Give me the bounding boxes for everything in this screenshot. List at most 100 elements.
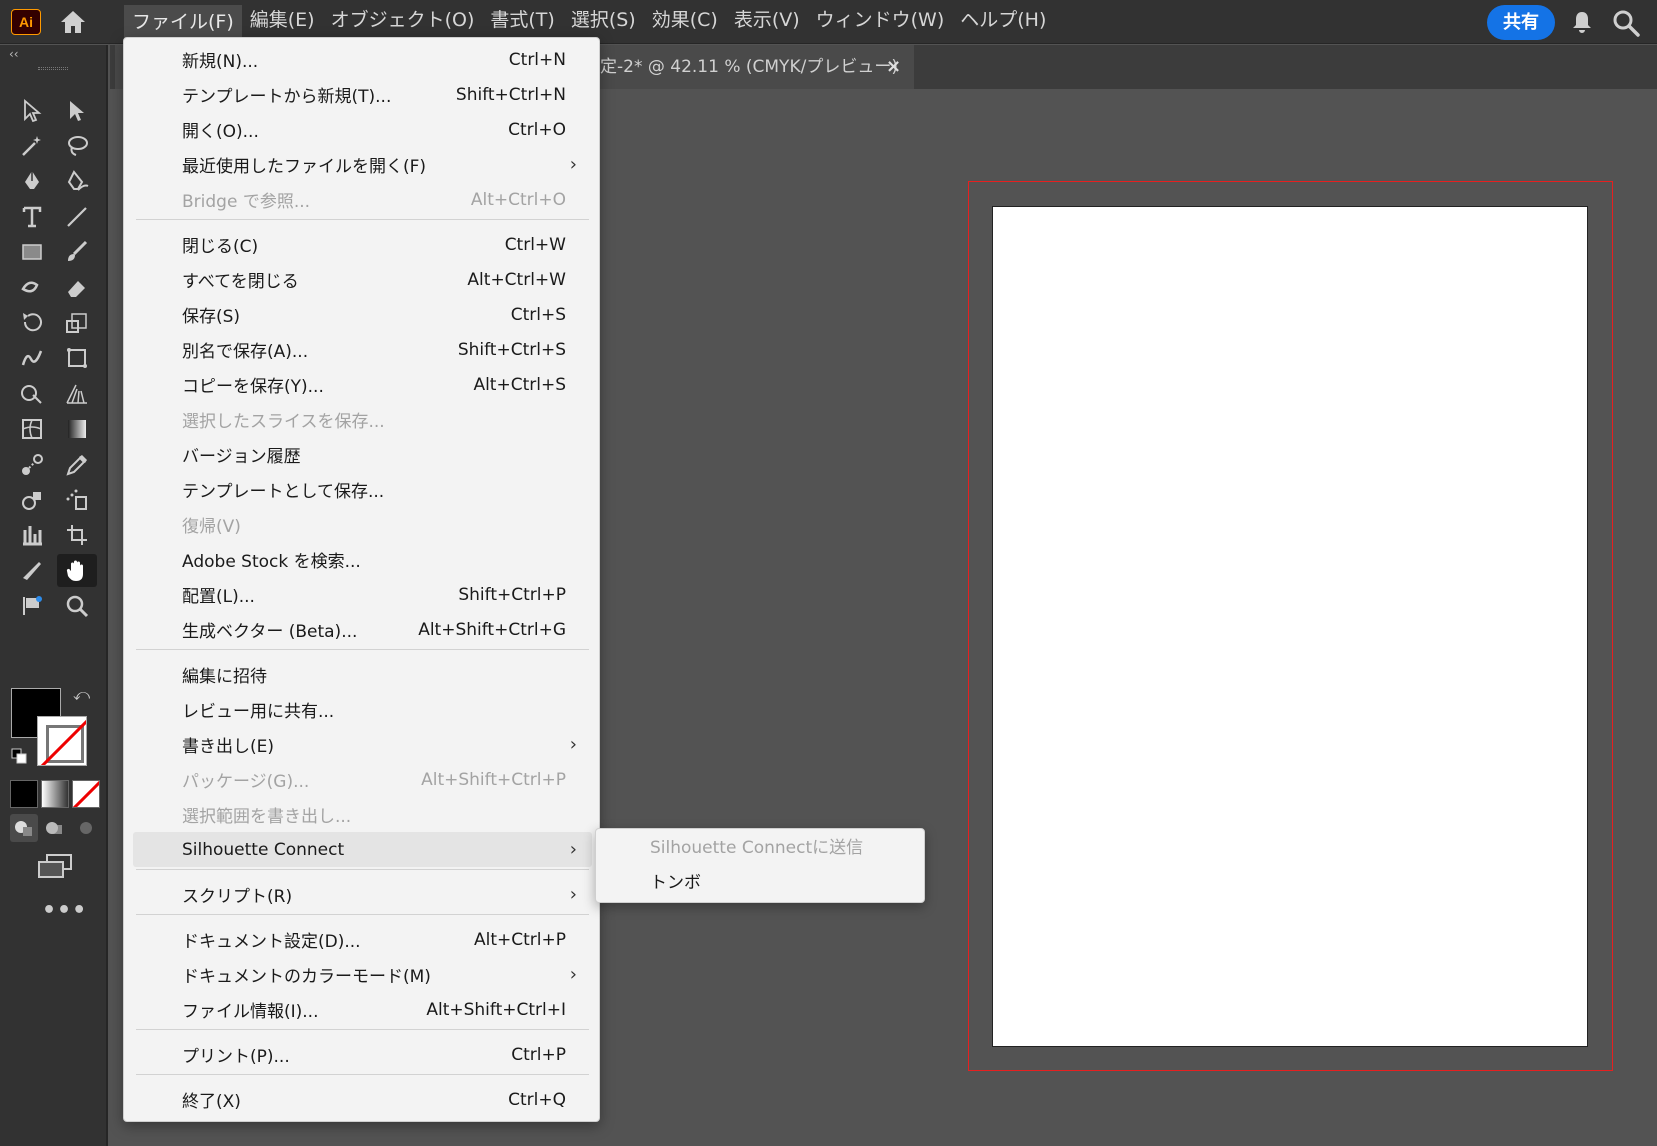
draw-inside-icon[interactable] — [72, 814, 100, 842]
lasso-tool-icon[interactable] — [57, 129, 97, 162]
line-segment-tool-icon[interactable] — [57, 200, 97, 233]
live-paint-tool-icon[interactable] — [57, 483, 97, 516]
registration-marks-menu-item[interactable]: トンボ — [650, 866, 701, 901]
free-transform-tool-icon[interactable] — [57, 342, 97, 375]
menu-item-shortcut: Shift+Ctrl+S — [457, 339, 566, 360]
direct-selection-tool-icon[interactable] — [57, 94, 97, 127]
screen-mode-icon[interactable] — [37, 853, 73, 879]
file-menu-item[interactable]: プリント(P)... Ctrl+P — [133, 1037, 592, 1072]
none-mode-icon[interactable] — [72, 780, 100, 808]
menu-effect[interactable]: 効果(C) — [644, 0, 726, 44]
mesh-tool-icon[interactable] — [12, 413, 52, 446]
draw-behind-icon[interactable] — [41, 814, 69, 842]
eyedropper-tool-icon[interactable] — [57, 448, 97, 481]
menu-item-label: テンプレートから新規(T)... — [182, 87, 392, 107]
perspective-grid-tool-icon[interactable] — [57, 377, 97, 410]
artboard[interactable] — [992, 206, 1588, 1047]
menu-item-shortcut: Alt+Shift+Ctrl+P — [421, 769, 566, 790]
color-mode-icon[interactable] — [10, 780, 38, 808]
menu-item-label: ファイル情報(I)... — [182, 1002, 319, 1022]
menu-item-label: ドキュメント設定(D)... — [182, 932, 361, 952]
file-menu-item[interactable]: 閉じる(C) Ctrl+W — [133, 227, 592, 262]
blend-tool-icon[interactable] — [12, 448, 52, 481]
file-menu-item[interactable]: ファイル情報(I)... Alt+Shift+Ctrl+I — [133, 992, 592, 1027]
chevron-right-icon: › — [569, 964, 577, 985]
selection-tool-icon[interactable] — [12, 94, 52, 127]
paintbrush-tool-icon[interactable] — [57, 236, 97, 269]
default-colors-icon[interactable] — [11, 748, 27, 764]
file-menu-item[interactable]: 生成ベクター (Beta)... Alt+Shift+Ctrl+G — [133, 612, 592, 647]
menu-item-label: 終了(X) — [182, 1092, 241, 1112]
file-menu-item[interactable]: Adobe Stock を検索... — [133, 542, 592, 577]
file-menu-item[interactable]: 書き出し(E) › — [133, 727, 592, 762]
artboard-tool-icon[interactable] — [57, 519, 97, 552]
draw-normal-icon[interactable] — [10, 814, 38, 842]
menu-item-shortcut: Alt+Ctrl+W — [467, 269, 566, 290]
magic-wand-tool-icon[interactable] — [12, 129, 52, 162]
gradient-tool-icon[interactable] — [57, 413, 97, 446]
file-menu-item[interactable]: 新規(N)... Ctrl+N — [133, 42, 592, 77]
share-button[interactable]: 共有 — [1487, 5, 1555, 40]
stroke-color-swatch[interactable] — [37, 716, 87, 766]
shape-builder-tool-icon[interactable] — [12, 377, 52, 410]
file-menu-item[interactable]: すべてを閉じる Alt+Ctrl+W — [133, 262, 592, 297]
slice-tool-icon[interactable] — [12, 554, 52, 587]
menu-item-label: 最近使用したファイルを開く(F) — [182, 157, 427, 177]
chevron-right-icon: › — [569, 839, 577, 860]
file-menu-item[interactable]: 保存(S) Ctrl+S — [133, 297, 592, 332]
shaper-tool-icon[interactable] — [12, 271, 52, 304]
home-icon[interactable] — [58, 8, 88, 36]
file-menu-item[interactable]: ドキュメント設定(D)... Alt+Ctrl+P — [133, 922, 592, 957]
menu-view[interactable]: 表示(V) — [726, 0, 808, 44]
file-menu-item[interactable]: 別名で保存(A)... Shift+Ctrl+S — [133, 332, 592, 367]
file-menu-item[interactable]: 配置(L)... Shift+Ctrl+P — [133, 577, 592, 612]
file-menu-item[interactable]: Silhouette Connect › — [133, 832, 592, 867]
puppet-warp-tool-icon[interactable] — [12, 590, 52, 623]
menu-help[interactable]: ヘルプ(H) — [952, 0, 1054, 44]
collapse-panel-icon[interactable]: ‹‹ — [9, 47, 19, 61]
scale-tool-icon[interactable] — [57, 306, 97, 339]
menu-item-label: 復帰(V) — [182, 517, 241, 537]
hand-tool-icon[interactable] — [57, 554, 97, 588]
gradient-mode-icon[interactable] — [41, 780, 69, 808]
menu-item-label: テンプレートとして保存... — [182, 482, 385, 502]
file-menu-item[interactable]: コピーを保存(Y)... Alt+Ctrl+S — [133, 367, 592, 402]
zoom-tool-icon[interactable] — [57, 590, 97, 623]
swap-fill-stroke-icon[interactable]: ⤺ — [73, 685, 90, 705]
file-menu-item[interactable]: バージョン履歴 — [133, 437, 592, 472]
warp-tool-icon[interactable] — [12, 342, 52, 375]
type-tool-icon[interactable] — [12, 200, 52, 233]
menu-item-label: 別名で保存(A)... — [182, 342, 309, 362]
file-menu-item[interactable]: 最近使用したファイルを開く(F) › — [133, 147, 592, 182]
chevron-right-icon: › — [569, 154, 577, 175]
close-tab-icon[interactable]: × — [886, 45, 901, 89]
file-menu-item[interactable]: レビュー用に共有... — [133, 692, 592, 727]
file-menu-item: パッケージ(G)... Alt+Shift+Ctrl+P — [133, 762, 592, 797]
file-menu-item[interactable]: 編集に招待 — [133, 657, 592, 692]
menu-item-label: 閉じる(C) — [182, 237, 259, 257]
rotate-tool-icon[interactable] — [12, 306, 52, 339]
column-graph-tool-icon[interactable] — [12, 519, 52, 552]
file-menu-item[interactable]: テンプレートから新規(T)... Shift+Ctrl+N — [133, 77, 592, 112]
rectangle-tool-icon[interactable] — [12, 236, 52, 269]
notification-bell-icon[interactable] — [1570, 10, 1594, 34]
file-menu-item[interactable]: 開く(O)... Ctrl+O — [133, 112, 592, 147]
menu-item-shortcut: Alt+Shift+Ctrl+G — [418, 619, 566, 640]
menu-item-shortcut: Alt+Shift+Ctrl+I — [426, 999, 566, 1020]
more-tools-icon[interactable]: ••• — [42, 898, 87, 923]
menu-file[interactable]: ファイル(F) — [124, 5, 242, 39]
file-menu-item[interactable]: 終了(X) Ctrl+Q — [133, 1082, 592, 1117]
menu-item-shortcut: Alt+Ctrl+P — [473, 929, 566, 950]
symbol-sprayer-tool-icon[interactable] — [12, 483, 52, 516]
eraser-tool-icon[interactable] — [57, 271, 97, 304]
file-menu-item[interactable]: テンプレートとして保存... — [133, 472, 592, 507]
menu-window[interactable]: ウィンドウ(W) — [808, 0, 953, 44]
menu-item-label: Bridge で参照... — [182, 192, 311, 212]
search-icon[interactable] — [1612, 9, 1640, 37]
pen-tool-icon[interactable] — [12, 165, 52, 198]
panel-grip[interactable] — [38, 67, 68, 70]
file-menu-item[interactable]: ドキュメントのカラーモード(M) › — [133, 957, 592, 992]
curvature-tool-icon[interactable] — [57, 165, 97, 198]
file-menu-item[interactable]: スクリプト(R) › — [133, 877, 592, 912]
menu-item-label: Silhouette Connect — [182, 839, 345, 860]
